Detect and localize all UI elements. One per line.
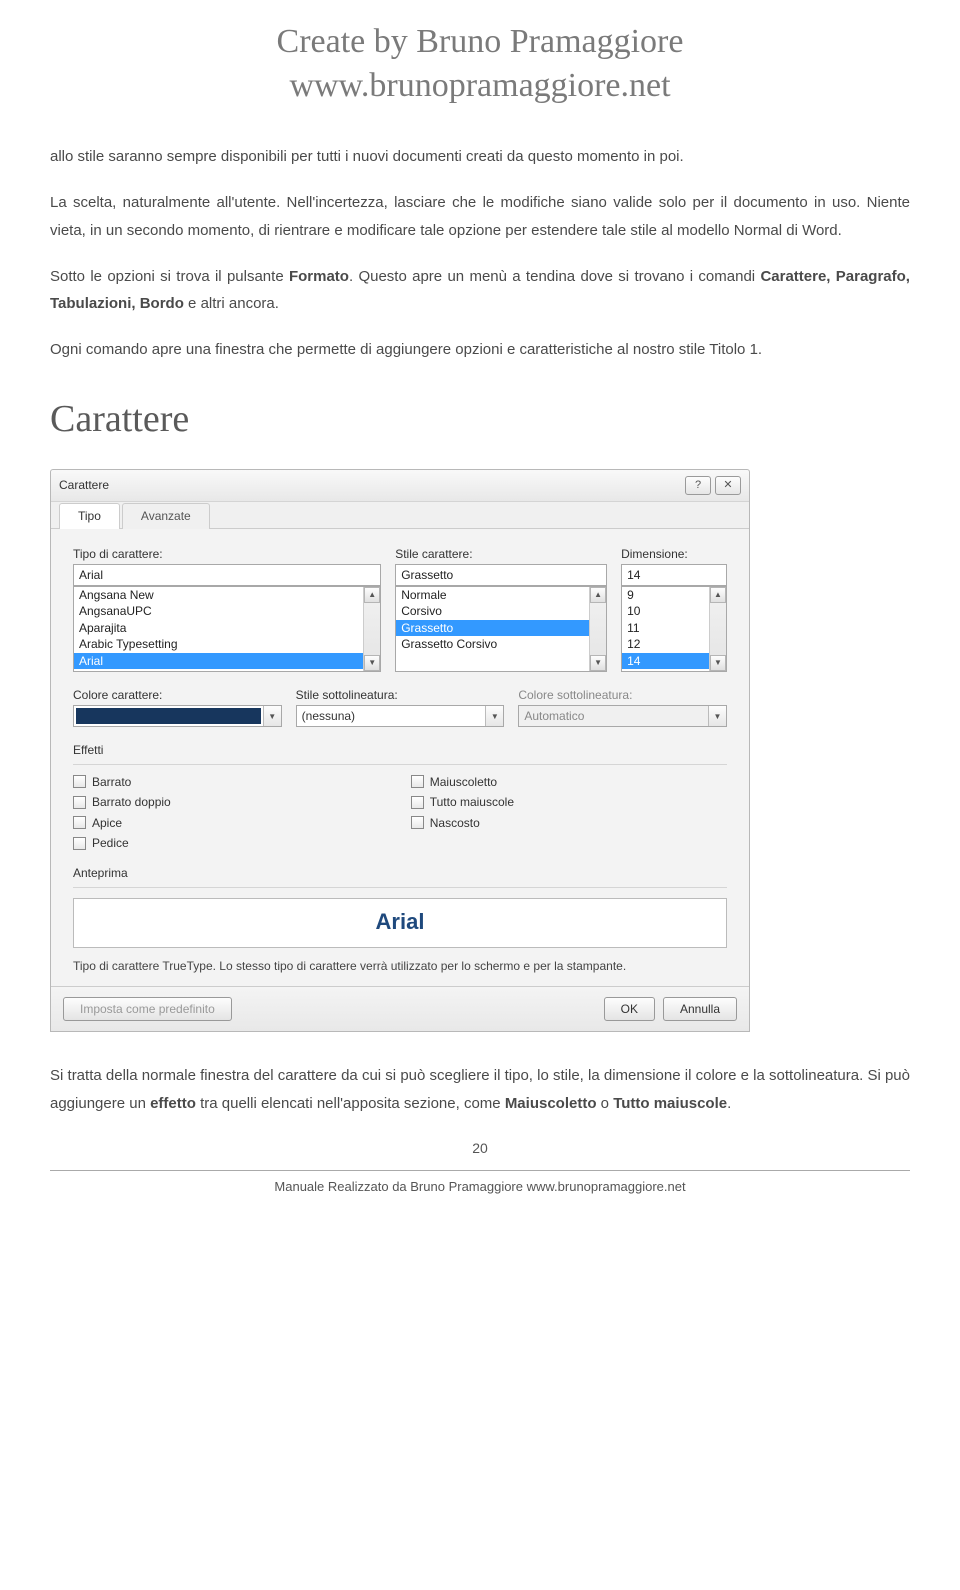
- color-swatch: [76, 708, 261, 724]
- font-input[interactable]: Arial: [73, 564, 381, 586]
- list-item[interactable]: Arabic Typesetting: [74, 636, 363, 652]
- effects-grid: Barrato Barrato doppio Apice Pedice Maiu…: [73, 775, 727, 851]
- para-5: Si tratta della normale finestra del car…: [50, 1062, 910, 1118]
- label-color: Colore carattere:: [73, 688, 282, 702]
- font-listbox[interactable]: Angsana New AngsanaUPC Aparajita Arabic …: [73, 586, 381, 672]
- preview-text: Arial: [376, 909, 425, 935]
- list-item[interactable]: 14: [622, 653, 709, 669]
- preview-label: Anteprima: [73, 866, 727, 880]
- header-line2: www.brunopramaggiore.net: [50, 64, 910, 108]
- chevron-down-icon: ▼: [708, 706, 726, 726]
- scroll-up-icon[interactable]: ▲: [710, 587, 726, 603]
- label-size: Dimensione:: [621, 547, 727, 561]
- style-input[interactable]: Grassetto: [395, 564, 607, 586]
- checkbox-barrato[interactable]: Barrato: [73, 775, 171, 789]
- checkbox-apice[interactable]: Apice: [73, 816, 171, 830]
- list-item[interactable]: Normale: [396, 587, 589, 603]
- close-button[interactable]: ✕: [715, 476, 741, 495]
- list-item[interactable]: Grassetto: [396, 620, 589, 636]
- list-item[interactable]: 10: [622, 603, 709, 619]
- list-item[interactable]: 11: [622, 620, 709, 636]
- header-line1: Create by Bruno Pramaggiore: [50, 20, 910, 64]
- list-item[interactable]: 12: [622, 636, 709, 652]
- scroll-down-icon[interactable]: ▼: [590, 655, 606, 671]
- tab-avanzate[interactable]: Avanzate: [122, 503, 210, 528]
- dialog-title: Carattere: [59, 478, 109, 492]
- section-title: Carattere: [50, 384, 910, 454]
- label-font: Tipo di carattere:: [73, 547, 381, 561]
- checkbox-maiuscoletto[interactable]: Maiuscoletto: [411, 775, 514, 789]
- underline-style-combo[interactable]: (nessuna) ▼: [296, 705, 505, 727]
- para-1: allo stile saranno sempre disponibili pe…: [50, 143, 910, 171]
- help-button[interactable]: ?: [685, 476, 711, 495]
- checkbox-barrato-doppio[interactable]: Barrato doppio: [73, 795, 171, 809]
- scroll-down-icon[interactable]: ▼: [710, 655, 726, 671]
- scrollbar[interactable]: ▲ ▼: [589, 587, 606, 671]
- list-item[interactable]: Grassetto Corsivo: [396, 636, 589, 652]
- font-color-combo[interactable]: ▼: [73, 705, 282, 727]
- dialog-titlebar[interactable]: Carattere ? ✕: [51, 470, 749, 502]
- ok-button[interactable]: OK: [604, 997, 655, 1021]
- scroll-up-icon[interactable]: ▲: [590, 587, 606, 603]
- checkbox-pedice[interactable]: Pedice: [73, 836, 171, 850]
- label-underline: Stile sottolineatura:: [296, 688, 505, 702]
- page-header: Create by Bruno Pramaggiore www.brunopra…: [50, 20, 910, 108]
- font-dialog: Carattere ? ✕ Tipo Avanzate Tipo di cara…: [50, 469, 750, 1032]
- size-input[interactable]: 14: [621, 564, 727, 586]
- list-item[interactable]: Arial: [74, 653, 363, 669]
- label-style: Stile carattere:: [395, 547, 607, 561]
- list-item[interactable]: 9: [622, 587, 709, 603]
- list-item[interactable]: Aparajita: [74, 620, 363, 636]
- cancel-button[interactable]: Annulla: [663, 997, 737, 1021]
- style-listbox[interactable]: Normale Corsivo Grassetto Grassetto Cors…: [395, 586, 607, 672]
- label-underline-color: Colore sottolineatura:: [518, 688, 727, 702]
- underline-color-combo: Automatico ▼: [518, 705, 727, 727]
- list-item[interactable]: Corsivo: [396, 603, 589, 619]
- scrollbar[interactable]: ▲ ▼: [709, 587, 726, 671]
- scrollbar[interactable]: ▲ ▼: [363, 587, 380, 671]
- list-item[interactable]: Angsana New: [74, 587, 363, 603]
- preview-box: Arial: [73, 898, 727, 948]
- list-item[interactable]: AngsanaUPC: [74, 603, 363, 619]
- tab-strip: Tipo Avanzate: [51, 502, 749, 528]
- size-listbox[interactable]: 9 10 11 12 14 ▲ ▼: [621, 586, 727, 672]
- document-footer: Manuale Realizzato da Bruno Pramaggiore …: [50, 1175, 910, 1199]
- scroll-down-icon[interactable]: ▼: [364, 655, 380, 671]
- tab-tipo[interactable]: Tipo: [59, 503, 120, 528]
- checkbox-tutto-maiuscole[interactable]: Tutto maiuscole: [411, 795, 514, 809]
- set-default-button[interactable]: Imposta come predefinito: [63, 997, 232, 1021]
- chevron-down-icon[interactable]: ▼: [263, 706, 281, 726]
- para-2: La scelta, naturalmente all'utente. Nell…: [50, 189, 910, 245]
- page-number: 20: [50, 1136, 910, 1162]
- checkbox-nascosto[interactable]: Nascosto: [411, 816, 514, 830]
- para-3: Sotto le opzioni si trova il pulsante Fo…: [50, 263, 910, 319]
- effects-label: Effetti: [73, 743, 727, 757]
- scroll-up-icon[interactable]: ▲: [364, 587, 380, 603]
- preview-note: Tipo di carattere TrueType. Lo stesso ti…: [73, 958, 727, 974]
- chevron-down-icon[interactable]: ▼: [485, 706, 503, 726]
- para-4: Ogni comando apre una finestra che perme…: [50, 336, 910, 364]
